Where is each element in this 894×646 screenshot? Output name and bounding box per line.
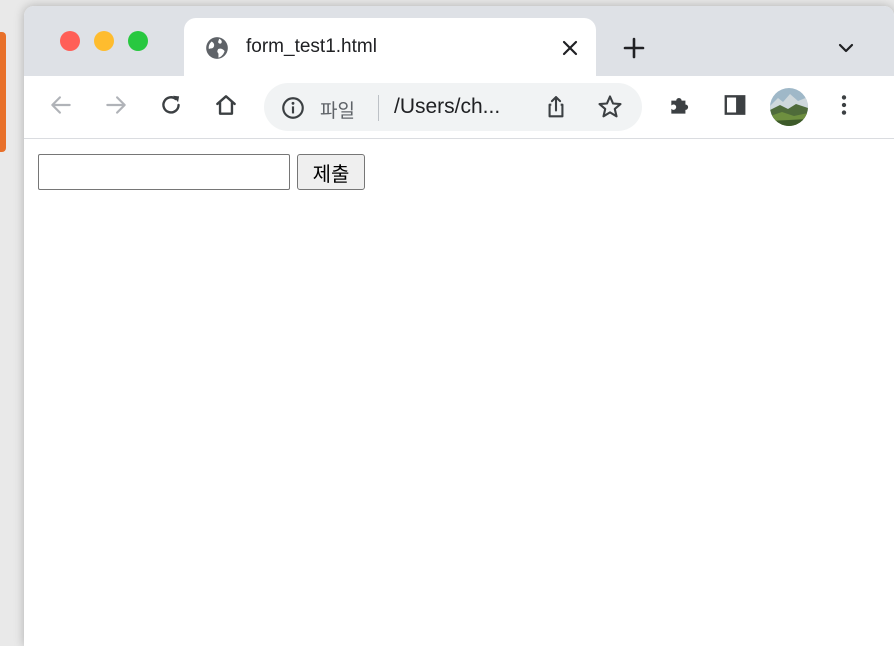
home-button[interactable] <box>209 90 243 124</box>
extensions-button[interactable] <box>663 90 697 124</box>
background-app-edge <box>0 32 6 152</box>
plus-icon <box>623 37 645 64</box>
arrow-left-icon <box>48 92 74 123</box>
globe-icon <box>204 35 230 61</box>
window-close-button[interactable] <box>60 31 80 51</box>
browser-window: form_test1.html 파일 /Users/ch... 제출 <box>24 6 894 646</box>
submit-button[interactable]: 제출 <box>297 154 365 190</box>
star-icon[interactable] <box>596 93 624 121</box>
puzzle-icon <box>667 92 693 123</box>
tab-search-button[interactable] <box>830 34 862 66</box>
arrow-right-icon <box>103 92 129 123</box>
side-panel-button[interactable] <box>718 90 752 124</box>
url-scheme-label: 파일 <box>320 101 355 122</box>
page-content: 제출 <box>24 139 894 646</box>
menu-button[interactable] <box>827 90 861 124</box>
address-bar[interactable]: 파일 /Users/ch... <box>264 83 642 131</box>
window-minimize-button[interactable] <box>94 31 114 51</box>
url-text[interactable]: /Users/ch... <box>394 95 500 119</box>
window-zoom-button[interactable] <box>128 31 148 51</box>
toolbar: 파일 /Users/ch... <box>24 76 894 139</box>
home-icon <box>213 92 239 123</box>
chevron-down-icon <box>837 39 855 62</box>
share-icon[interactable] <box>542 93 570 121</box>
new-tab-button[interactable] <box>618 34 650 66</box>
reload-icon <box>158 92 184 123</box>
info-icon[interactable] <box>280 95 306 121</box>
forward-button[interactable] <box>99 90 133 124</box>
side-panel-icon <box>722 92 748 123</box>
kebab-menu-icon <box>831 92 857 123</box>
tab-close-icon[interactable] <box>556 34 584 62</box>
tab-strip: form_test1.html <box>24 6 894 76</box>
omnibox-divider <box>378 95 379 121</box>
tab-active[interactable]: form_test1.html <box>184 18 596 76</box>
profile-avatar[interactable] <box>770 88 808 126</box>
tab-title: form_test1.html <box>246 36 377 57</box>
back-button[interactable] <box>44 90 78 124</box>
text-input[interactable] <box>38 154 290 190</box>
reload-button[interactable] <box>154 90 188 124</box>
